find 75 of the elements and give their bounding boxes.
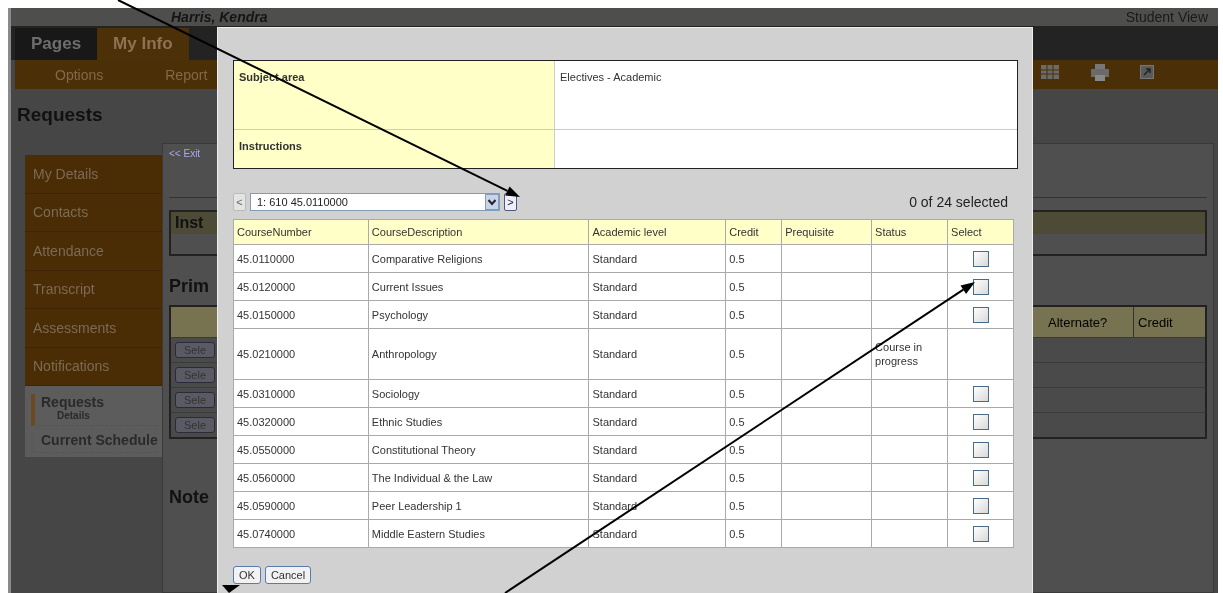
table-cell: Standard [589,519,726,548]
table-cell: 45.0210000 [233,328,369,380]
table-cell: 45.0550000 [233,435,369,464]
column-header: CourseDescription [368,219,589,245]
table-cell: 45.0310000 [233,379,369,408]
column-header: Select [947,219,1014,245]
table-cell: 45.0590000 [233,491,369,520]
column-header: Academic level [589,219,726,245]
ok-button[interactable]: OK [233,566,261,584]
course-dropdown[interactable]: 1: 610 45.0110000 [250,193,500,211]
table-cell: 0.5 [725,519,782,548]
select-checkbox[interactable] [972,497,989,514]
select-checkbox[interactable] [972,469,989,486]
table-cell: 45.0320000 [233,407,369,436]
table-cell: 45.0150000 [233,300,369,329]
table-cell: 0.5 [725,300,782,329]
section-heading: Prim [169,276,210,297]
table-cell: Constitutional Theory [368,435,589,464]
table-cell: 0.5 [725,272,782,301]
table-cell: Middle Eastern Studies [368,519,589,548]
table-cell: 0.5 [725,379,782,408]
exit-link[interactable]: << Exit [169,148,201,159]
select-checkbox[interactable] [972,525,989,542]
table-cell: Standard [589,300,726,329]
subnav-link[interactable]: Options [55,66,104,83]
printer-icon[interactable] [1090,62,1110,82]
column-header: CourseNumber [233,219,369,245]
nav-tab[interactable]: My Info [97,28,189,60]
select-checkbox[interactable] [972,306,989,323]
table-cell: Standard [589,491,726,520]
table-cell: 0.5 [725,407,782,436]
table-cell: Comparative Religions [368,244,589,273]
user-name: Harris, Kendra [171,9,268,25]
annotation-arrowhead [222,585,240,593]
table-cell: Standard [589,435,726,464]
cancel-button[interactable]: Cancel [264,566,312,584]
subnav-link[interactable]: Report [165,66,208,83]
select-checkbox[interactable] [972,441,989,458]
table-cell: 0.5 [725,328,782,380]
dropdown-caret-icon[interactable] [485,194,499,210]
select-checkbox[interactable] [972,250,989,267]
column-header: Status [871,219,948,245]
table-cell: 45.0120000 [233,272,369,301]
table-cell: The Individual & the Law [368,463,589,492]
table-cell: 0.5 [725,491,782,520]
table-cell: Ethnic Studies [368,407,589,436]
table-cell: 45.0740000 [233,519,369,548]
table-cell: Standard [589,328,726,380]
selection-count: 0 of 24 selected [909,194,1008,210]
table-cell: 0.5 [725,244,782,273]
info-value: Electives - Academic [559,70,663,85]
table-cell: Standard [589,407,726,436]
table-cell: Standard [589,244,726,273]
table-cell: Sociology [368,379,589,408]
select-checkbox[interactable] [972,413,989,430]
info-label: Instructions [234,130,555,168]
table-cell: 0.5 [725,435,782,464]
column-header: Prequisite [781,219,872,245]
table-cell: 45.0560000 [233,463,369,492]
table-cell: Course in progress [871,328,948,380]
table-cell: 45.0110000 [233,244,369,273]
external-link-icon[interactable] [1140,65,1154,79]
table-cell: Standard [589,463,726,492]
table-cell: Standard [589,379,726,408]
select-checkbox[interactable] [972,278,989,295]
table-cell: Psychology [368,300,589,329]
column-header: Credit [725,219,782,245]
table-cell: Current Issues [368,272,589,301]
table-cell: Standard [589,272,726,301]
table-cell: Anthropology [368,328,589,380]
table-cell: Peer Leadership 1 [368,491,589,520]
section-heading: Note [169,487,209,508]
table-cell: 0.5 [725,463,782,492]
select-checkbox[interactable] [972,385,989,402]
nav-tab[interactable]: Pages [15,28,98,60]
